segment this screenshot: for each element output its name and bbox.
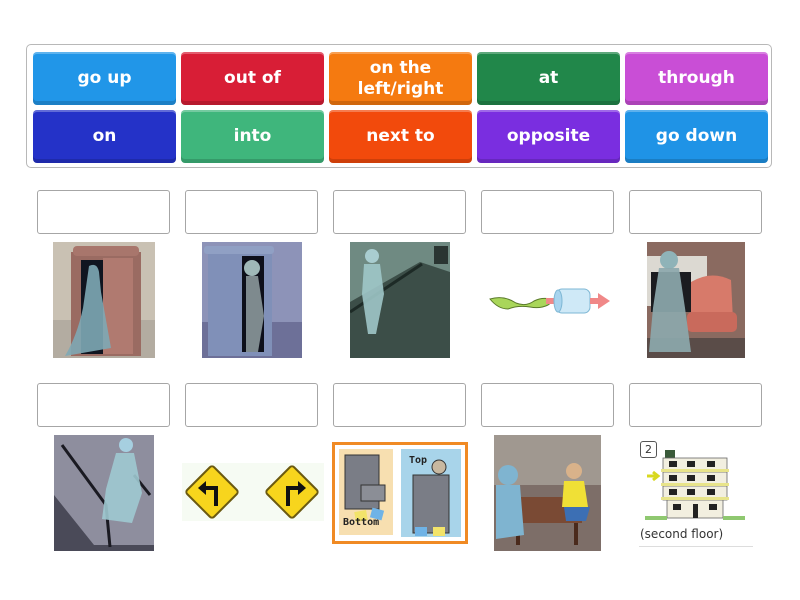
drop-slot-6[interactable] — [37, 383, 170, 427]
drop-slot-9[interactable] — [481, 383, 614, 427]
drop-slot-2[interactable] — [185, 190, 318, 234]
caption-divider — [639, 546, 753, 547]
filing-cabinets-top-bottom-image: Bottom Top — [332, 442, 468, 544]
left-right-turn-signs-image — [182, 463, 324, 521]
tile-through[interactable]: through — [625, 52, 768, 105]
tile-on-the-left-right[interactable]: on the left/right — [329, 52, 472, 105]
tile-go-up[interactable]: go up — [33, 52, 176, 105]
tile-on[interactable]: on — [33, 110, 176, 163]
worm-through-tube-image — [486, 285, 612, 319]
tile-out-of[interactable]: out of — [181, 52, 324, 105]
drop-slot-4[interactable] — [481, 190, 614, 234]
drop-slot-1[interactable] — [37, 190, 170, 234]
ghost-going-up-stairs-image — [350, 242, 450, 358]
drop-slot-8[interactable] — [333, 383, 466, 427]
ghost-woman-entering-wardrobe-image — [53, 242, 155, 358]
ghost-going-down-stairs-image — [54, 435, 154, 551]
cabinet-bottom-label: Bottom — [343, 517, 380, 528]
drop-slot-3[interactable] — [333, 190, 466, 234]
ghost-opposite-woman-at-table-image — [494, 435, 601, 551]
ghost-next-to-armchair-image — [647, 242, 745, 358]
cabinet-top-label: Top — [409, 455, 428, 466]
tile-opposite[interactable]: opposite — [477, 110, 620, 163]
tile-at[interactable]: at — [477, 52, 620, 105]
tile-next-to[interactable]: next to — [329, 110, 472, 163]
ghost-coming-out-of-wardrobe-image — [202, 242, 302, 358]
drop-slot-7[interactable] — [185, 383, 318, 427]
floor-caption: (second floor) — [640, 527, 724, 541]
tile-into[interactable]: into — [181, 110, 324, 163]
drop-slot-10[interactable] — [629, 383, 762, 427]
drop-slot-5[interactable] — [629, 190, 762, 234]
tile-go-down[interactable]: go down — [625, 110, 768, 163]
building-second-floor-image: 2 (second floor) — [637, 438, 755, 550]
